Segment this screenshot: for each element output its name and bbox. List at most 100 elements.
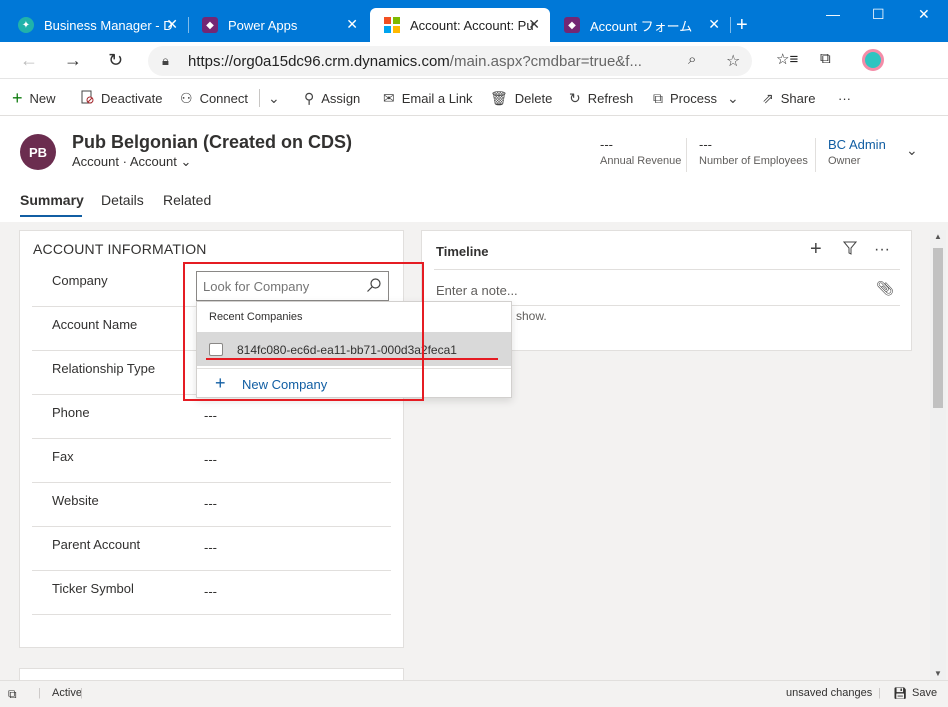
connect-icon: ⚇ (180, 89, 193, 106)
close-tab-icon[interactable]: ✕ (708, 16, 720, 33)
close-window-icon[interactable]: ✕ (918, 6, 930, 23)
process-button[interactable]: ⧉ Process ⌄ (653, 80, 746, 116)
assign-button[interactable]: ⚲ Assign (304, 80, 360, 116)
chevron-down-icon: ⌄ (268, 89, 280, 106)
annual-revenue-value: --- (600, 137, 613, 152)
close-tab-icon[interactable]: ✕ (528, 16, 540, 33)
share-button[interactable]: ⇗ Share (762, 80, 815, 116)
forward-icon[interactable]: → (64, 50, 82, 71)
browser-tab-business-manager[interactable]: ✦ Business Manager - D ✕ (4, 8, 188, 42)
email-icon: ✉ (383, 89, 395, 106)
new-button[interactable]: + New (12, 80, 56, 116)
active-tab-indicator (20, 215, 82, 217)
url-text[interactable]: https://org0a15dc96.crm.dynamics.com/mai… (188, 53, 668, 70)
trash-icon: 🗑︎ (490, 89, 508, 106)
delete-button[interactable]: 🗑︎ Delete (490, 80, 552, 116)
status-divider: | (878, 687, 881, 699)
browser-tab-account-form[interactable]: ◆ Account フォーム ✕ (550, 8, 730, 42)
annual-revenue-label: Annual Revenue (600, 155, 682, 167)
favorite-star-icon[interactable]: ☆ (726, 51, 740, 71)
assign-label: Assign (321, 90, 361, 106)
field-label: Relationship Type (52, 361, 156, 376)
entity-name: Account (72, 154, 119, 169)
browser-tab-strip: ✦ Business Manager - D ✕ ◆ Power Apps ✕ … (0, 0, 948, 42)
url-field[interactable]: 🔒︎ https://org0a15dc96.crm.dynamics.com/… (148, 46, 752, 76)
owner-link[interactable]: BC Admin (828, 137, 886, 152)
reload-icon[interactable]: ↻ (108, 50, 123, 71)
field-label: Website (52, 493, 99, 508)
attachment-icon[interactable]: 📎︎ (876, 280, 894, 297)
connect-button[interactable]: ⚇ Connect (180, 80, 248, 116)
highlight-underline (206, 358, 498, 360)
tab-summary[interactable]: Summary (20, 192, 84, 208)
highlight-box (183, 262, 424, 401)
url-domain: https://org0a15dc96.crm.dynamics.com (188, 53, 450, 70)
more-icon[interactable]: ··· (874, 241, 890, 259)
new-label: New (29, 90, 56, 106)
status-bar: ⧉ | Active | unsaved changes | 💾︎ Save (0, 680, 948, 707)
add-timeline-icon[interactable]: + (810, 238, 822, 261)
unsaved-changes-text: unsaved changes (786, 687, 873, 699)
next-section (19, 668, 404, 680)
new-tab-icon[interactable]: + (736, 14, 748, 37)
field-label: Account Name (52, 317, 138, 332)
tab-label: Account: Account: Pu (410, 17, 534, 33)
command-divider (259, 89, 260, 107)
refresh-button[interactable]: ↻ Refresh (569, 80, 633, 116)
share-icon: ⇗ (762, 89, 774, 106)
field-website: Website --- (32, 483, 391, 527)
browser-tab-power-apps[interactable]: ◆ Power Apps ✕ (188, 8, 368, 42)
power-apps-icon: ◆ (202, 17, 218, 33)
field-phone: Phone --- (32, 395, 391, 439)
filter-icon[interactable] (842, 241, 858, 260)
field-value[interactable]: --- (204, 452, 217, 467)
browser-tab-account[interactable]: Account: Account: Pu ✕ (370, 8, 550, 42)
annual-revenue-field: --- Annual Revenue (600, 137, 681, 167)
field-value[interactable]: --- (204, 408, 217, 423)
chevron-down-icon[interactable]: ⌄ (180, 154, 191, 169)
process-label: Process (670, 90, 717, 106)
status-divider: | (38, 687, 41, 699)
tab-label: Account フォーム (590, 18, 693, 34)
connect-dropdown-button[interactable]: ⌄ (268, 80, 287, 116)
email-link-label: Email a Link (401, 90, 473, 106)
more-commands-button[interactable]: ··· (838, 80, 851, 116)
scroll-thumb[interactable] (933, 248, 943, 408)
timeline-empty-text: show. (516, 309, 547, 323)
profile-avatar-icon[interactable] (862, 49, 884, 71)
favorites-icon[interactable]: ☆≡ (776, 50, 798, 68)
field-value[interactable]: --- (204, 496, 217, 511)
field-parent-account: Parent Account --- (32, 527, 391, 571)
collections-icon[interactable]: ⧉ (820, 50, 831, 67)
tab-related[interactable]: Related (163, 192, 211, 208)
timeline-title: Timeline (436, 244, 489, 259)
field-label: Parent Account (52, 537, 141, 552)
url-path: /main.aspx?cmdbar=true&f... (449, 53, 642, 70)
field-value[interactable]: --- (204, 540, 217, 555)
scroll-up-icon[interactable]: ▲ (934, 232, 942, 241)
field-value[interactable]: --- (204, 584, 217, 599)
minimize-icon[interactable]: — (826, 6, 840, 22)
close-tab-icon[interactable]: ✕ (346, 16, 358, 33)
pop-out-icon[interactable]: ⧉ (8, 687, 17, 702)
form-selector[interactable]: Account (130, 154, 177, 169)
command-bar: + New Deactivate ⚇ Connect ⌄ ⚲ Assign ✉ Emai… (0, 80, 948, 116)
more-icon: ··· (838, 90, 851, 106)
assign-person-icon: ⚲ (304, 89, 315, 106)
email-link-button[interactable]: ✉ Email a Link (383, 80, 473, 116)
vertical-scrollbar[interactable]: ▲ ▼ (930, 230, 946, 680)
deactivate-label: Deactivate (101, 90, 163, 106)
scroll-down-icon[interactable]: ▼ (934, 669, 942, 678)
tab-details[interactable]: Details (101, 192, 144, 208)
save-icon[interactable]: 💾︎ (893, 687, 907, 700)
zoom-icon[interactable]: ⌕ (688, 51, 696, 68)
save-button[interactable]: Save (912, 687, 937, 699)
back-icon[interactable]: ← (20, 50, 38, 71)
expand-header-icon[interactable]: ⌄ (906, 142, 918, 159)
maximize-icon[interactable]: ☐ (872, 6, 885, 23)
header-divider (686, 138, 687, 172)
close-tab-icon[interactable]: ✕ (166, 16, 178, 33)
owner-label: Owner (828, 155, 861, 167)
address-bar: ← → ↻ 🔒︎ https://org0a15dc96.crm.dynamic… (0, 42, 948, 79)
deactivate-button[interactable]: Deactivate (80, 80, 162, 116)
